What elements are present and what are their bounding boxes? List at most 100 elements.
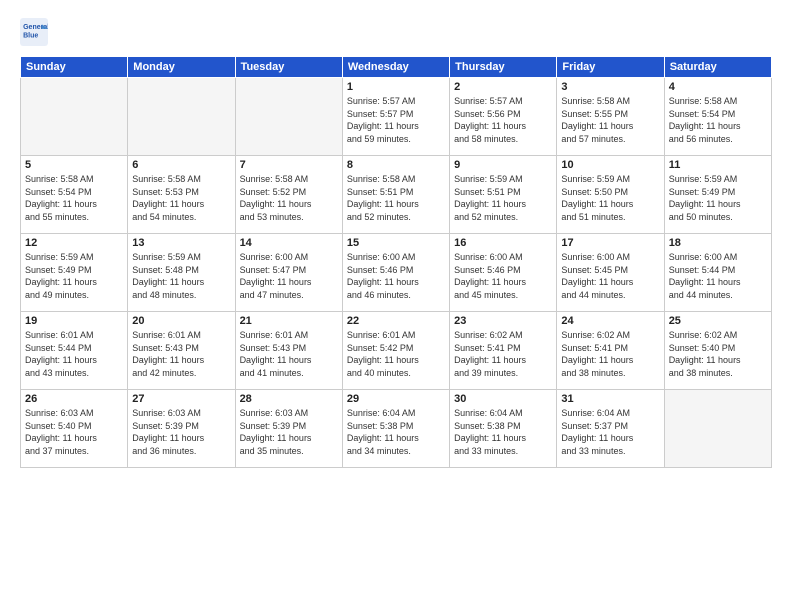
calendar-cell: 6Sunrise: 5:58 AM Sunset: 5:53 PM Daylig… [128, 156, 235, 234]
calendar-cell: 1 Sunrise: 5:57 AM Sunset: 5:57 PM Daylig… [342, 78, 449, 156]
day-number: 23 [454, 315, 552, 327]
week-row-0: 1 Sunrise: 5:57 AM Sunset: 5:57 PM Daylig… [21, 78, 772, 156]
day-info: Sunrise: 6:01 AM Sunset: 5:43 PM Dayligh… [132, 329, 230, 379]
day-number: 12 [25, 237, 123, 249]
calendar-cell: 20Sunrise: 6:01 AM Sunset: 5:43 PM Dayli… [128, 312, 235, 390]
day-number: 2 [454, 81, 552, 93]
col-header-monday: Monday [128, 57, 235, 78]
calendar-page: General Blue SundayMondayTuesdayWednesda… [0, 0, 792, 612]
day-info: Sunrise: 5:58 AM Sunset: 5:51 PM Dayligh… [347, 173, 445, 223]
day-info: Sunrise: 6:00 AM Sunset: 5:47 PM Dayligh… [240, 251, 338, 301]
day-info: Sunrise: 5:59 AM Sunset: 5:49 PM Dayligh… [25, 251, 123, 301]
calendar-cell: 17 Sunrise: 6:00 AM Sunset: 5:45 PM Dayli… [557, 234, 664, 312]
day-number: 22 [347, 315, 445, 327]
col-header-thursday: Thursday [450, 57, 557, 78]
calendar-cell: 21Sunrise: 6:01 AM Sunset: 5:43 PM Dayli… [235, 312, 342, 390]
day-info: Sunrise: 5:58 AM Sunset: 5:53 PM Dayligh… [132, 173, 230, 223]
day-info: Sunrise: 6:00 AM Sunset: 5:45 PM Dayligh… [561, 251, 659, 301]
col-header-sunday: Sunday [21, 57, 128, 78]
calendar-cell: 29 Sunrise: 6:04 AM Sunset: 5:38 PM Dayli… [342, 390, 449, 468]
calendar-cell: 7 Sunrise: 5:58 AM Sunset: 5:52 PM Daylig… [235, 156, 342, 234]
col-header-tuesday: Tuesday [235, 57, 342, 78]
day-number: 10 [561, 159, 659, 171]
week-row-2: 12 Sunrise: 5:59 AM Sunset: 5:49 PM Dayli… [21, 234, 772, 312]
day-info: Sunrise: 6:02 AM Sunset: 5:41 PM Dayligh… [454, 329, 552, 379]
day-info: Sunrise: 6:03 AM Sunset: 5:40 PM Dayligh… [25, 407, 123, 457]
calendar-cell: 23 Sunrise: 6:02 AM Sunset: 5:41 PM Dayli… [450, 312, 557, 390]
week-row-1: 5 Sunrise: 5:58 AM Sunset: 5:54 PM Daylig… [21, 156, 772, 234]
day-number: 9 [454, 159, 552, 171]
calendar-cell: 14Sunrise: 6:00 AM Sunset: 5:47 PM Dayli… [235, 234, 342, 312]
logo-icon: General Blue [20, 18, 48, 46]
col-header-wednesday: Wednesday [342, 57, 449, 78]
calendar-cell: 25Sunrise: 6:02 AM Sunset: 5:40 PM Dayli… [664, 312, 771, 390]
calendar-cell: 3 Sunrise: 5:58 AM Sunset: 5:55 PM Daylig… [557, 78, 664, 156]
calendar-cell [21, 78, 128, 156]
day-info: Sunrise: 5:57 AM Sunset: 5:56 PM Dayligh… [454, 95, 552, 145]
week-row-3: 19 Sunrise: 6:01 AM Sunset: 5:44 PM Dayli… [21, 312, 772, 390]
svg-text:Blue: Blue [23, 32, 38, 39]
calendar-cell: 18 Sunrise: 6:00 AM Sunset: 5:44 PM Dayli… [664, 234, 771, 312]
day-number: 3 [561, 81, 659, 93]
week-row-4: 26 Sunrise: 6:03 AM Sunset: 5:40 PM Dayli… [21, 390, 772, 468]
day-number: 27 [132, 393, 230, 405]
day-info: Sunrise: 5:58 AM Sunset: 5:55 PM Dayligh… [561, 95, 659, 145]
day-number: 19 [25, 315, 123, 327]
calendar-cell: 4 Sunrise: 5:58 AM Sunset: 5:54 PM Daylig… [664, 78, 771, 156]
calendar-cell: 27Sunrise: 6:03 AM Sunset: 5:39 PM Dayli… [128, 390, 235, 468]
calendar-cell: 16 Sunrise: 6:00 AM Sunset: 5:46 PM Dayli… [450, 234, 557, 312]
day-info: Sunrise: 6:01 AM Sunset: 5:42 PM Dayligh… [347, 329, 445, 379]
day-number: 8 [347, 159, 445, 171]
calendar-header-row: SundayMondayTuesdayWednesdayThursdayFrid… [21, 57, 772, 78]
day-number: 30 [454, 393, 552, 405]
calendar-cell [128, 78, 235, 156]
day-info: Sunrise: 5:57 AM Sunset: 5:57 PM Dayligh… [347, 95, 445, 145]
day-info: Sunrise: 5:58 AM Sunset: 5:52 PM Dayligh… [240, 173, 338, 223]
day-info: Sunrise: 5:58 AM Sunset: 5:54 PM Dayligh… [669, 95, 767, 145]
calendar-cell: 26 Sunrise: 6:03 AM Sunset: 5:40 PM Dayli… [21, 390, 128, 468]
day-info: Sunrise: 6:04 AM Sunset: 5:38 PM Dayligh… [454, 407, 552, 457]
header: General Blue [20, 18, 772, 46]
day-info: Sunrise: 6:03 AM Sunset: 5:39 PM Dayligh… [240, 407, 338, 457]
day-info: Sunrise: 5:59 AM Sunset: 5:50 PM Dayligh… [561, 173, 659, 223]
day-info: Sunrise: 6:04 AM Sunset: 5:38 PM Dayligh… [347, 407, 445, 457]
day-info: Sunrise: 6:01 AM Sunset: 5:44 PM Dayligh… [25, 329, 123, 379]
day-info: Sunrise: 6:01 AM Sunset: 5:43 PM Dayligh… [240, 329, 338, 379]
day-number: 24 [561, 315, 659, 327]
calendar-cell: 9 Sunrise: 5:59 AM Sunset: 5:51 PM Daylig… [450, 156, 557, 234]
day-info: Sunrise: 5:59 AM Sunset: 5:48 PM Dayligh… [132, 251, 230, 301]
logo: General Blue [20, 18, 52, 46]
col-header-saturday: Saturday [664, 57, 771, 78]
day-number: 29 [347, 393, 445, 405]
day-number: 5 [25, 159, 123, 171]
day-number: 16 [454, 237, 552, 249]
calendar-cell: 8 Sunrise: 5:58 AM Sunset: 5:51 PM Daylig… [342, 156, 449, 234]
day-info: Sunrise: 6:00 AM Sunset: 5:46 PM Dayligh… [454, 251, 552, 301]
day-number: 17 [561, 237, 659, 249]
day-number: 7 [240, 159, 338, 171]
calendar-cell: 24 Sunrise: 6:02 AM Sunset: 5:41 PM Dayli… [557, 312, 664, 390]
day-number: 18 [669, 237, 767, 249]
day-number: 31 [561, 393, 659, 405]
day-info: Sunrise: 6:02 AM Sunset: 5:40 PM Dayligh… [669, 329, 767, 379]
calendar-cell: 28 Sunrise: 6:03 AM Sunset: 5:39 PM Dayli… [235, 390, 342, 468]
day-info: Sunrise: 5:59 AM Sunset: 5:51 PM Dayligh… [454, 173, 552, 223]
day-number: 1 [347, 81, 445, 93]
calendar-cell: 12 Sunrise: 5:59 AM Sunset: 5:49 PM Dayli… [21, 234, 128, 312]
day-info: Sunrise: 5:58 AM Sunset: 5:54 PM Dayligh… [25, 173, 123, 223]
calendar-cell: 15Sunrise: 6:00 AM Sunset: 5:46 PM Dayli… [342, 234, 449, 312]
day-info: Sunrise: 5:59 AM Sunset: 5:49 PM Dayligh… [669, 173, 767, 223]
calendar-cell: 13Sunrise: 5:59 AM Sunset: 5:48 PM Dayli… [128, 234, 235, 312]
calendar-cell: 30 Sunrise: 6:04 AM Sunset: 5:38 PM Dayli… [450, 390, 557, 468]
day-number: 28 [240, 393, 338, 405]
calendar-cell: 11 Sunrise: 5:59 AM Sunset: 5:49 PM Dayli… [664, 156, 771, 234]
day-info: Sunrise: 6:02 AM Sunset: 5:41 PM Dayligh… [561, 329, 659, 379]
day-number: 15 [347, 237, 445, 249]
calendar-cell: 5 Sunrise: 5:58 AM Sunset: 5:54 PM Daylig… [21, 156, 128, 234]
day-number: 11 [669, 159, 767, 171]
day-info: Sunrise: 6:00 AM Sunset: 5:44 PM Dayligh… [669, 251, 767, 301]
day-number: 4 [669, 81, 767, 93]
day-number: 26 [25, 393, 123, 405]
calendar-cell [664, 390, 771, 468]
calendar-cell: 31Sunrise: 6:04 AM Sunset: 5:37 PM Dayli… [557, 390, 664, 468]
